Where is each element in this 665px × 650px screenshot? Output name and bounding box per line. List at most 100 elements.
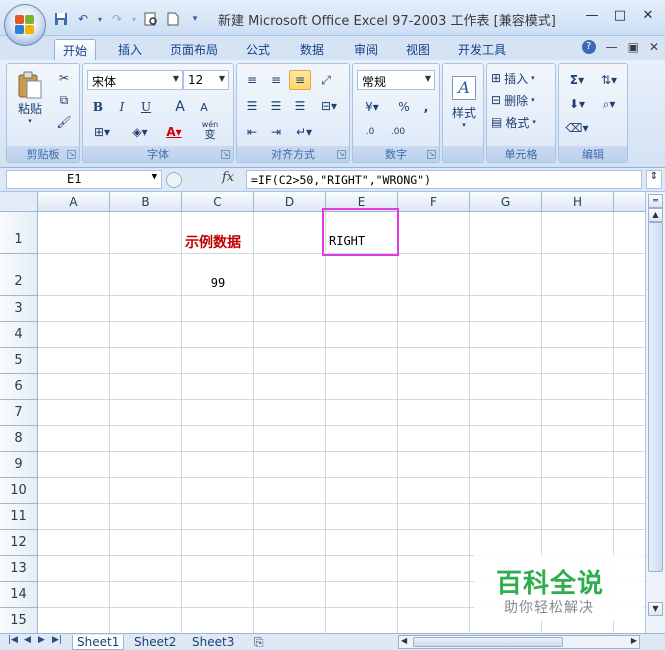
row-header-10[interactable]: 10 (0, 478, 38, 504)
select-all-button[interactable] (0, 192, 38, 212)
alignment-dialog-launcher-icon[interactable]: ↘ (337, 150, 346, 159)
decrease-decimal-button[interactable]: .00 (385, 122, 411, 142)
formula-input[interactable]: =IF(C2>50,"RIGHT","WRONG") (246, 170, 642, 189)
column-header-d[interactable]: D (254, 192, 326, 212)
name-box[interactable]: E1 ▼ (6, 170, 162, 189)
tab-insert[interactable]: 插入 (110, 39, 150, 60)
close-button[interactable]: ✕ (635, 5, 661, 25)
orientation-icon[interactable]: ⤢ (315, 70, 337, 90)
cut-icon[interactable]: ✂ (53, 68, 75, 88)
column-header-g[interactable]: G (470, 192, 542, 212)
fill-icon[interactable]: ⬇▾ (563, 94, 591, 114)
redo-dropdown-icon[interactable]: ▾ (130, 10, 138, 28)
tab-home[interactable]: 开始 (54, 39, 97, 60)
expand-formula-bar-icon[interactable]: ⇕ (646, 170, 662, 189)
increase-indent-icon[interactable]: ⇥ (265, 122, 287, 142)
tab-page-layout[interactable]: 页面布局 (162, 39, 226, 60)
save-icon[interactable] (52, 10, 70, 28)
split-box-icon[interactable]: ═ (648, 194, 663, 208)
number-format-combo[interactable]: 常规 ▼ (357, 70, 435, 90)
tab-data[interactable]: 数据 (292, 39, 332, 60)
underline-button[interactable]: U (135, 97, 157, 117)
column-header-a[interactable]: A (38, 192, 110, 212)
merge-center-icon[interactable]: ⊟▾ (315, 96, 343, 116)
scroll-right-icon[interactable]: ▶ (631, 636, 637, 645)
format-painter-icon[interactable]: 🖌 (53, 112, 75, 132)
align-left-icon[interactable]: ☰ (241, 96, 263, 116)
cell-c2[interactable]: 99 (182, 276, 254, 290)
sheet-tab-1[interactable]: Sheet1 (72, 635, 125, 650)
percent-style-button[interactable]: % (393, 97, 415, 117)
find-select-icon[interactable]: ⌕▾ (595, 94, 623, 114)
font-color-icon[interactable]: A▾ (161, 122, 187, 142)
accounting-format-icon[interactable]: ¥▾ (357, 97, 387, 117)
phonetic-guide-button[interactable]: wén 变 (195, 120, 225, 140)
tab-formulas[interactable]: 公式 (238, 39, 278, 60)
row-header-9[interactable]: 9 (0, 452, 38, 478)
vertical-scrollbar[interactable]: ═ ▲ ▼ (645, 192, 665, 633)
new-document-icon[interactable] (164, 10, 182, 28)
grow-font-button[interactable]: A (169, 97, 191, 117)
cancel-enter-icon[interactable] (166, 171, 182, 188)
cell-c1[interactable]: 示例数据 (185, 232, 253, 252)
scroll-down-icon[interactable]: ▼ (648, 602, 663, 616)
copy-icon[interactable]: ⧉ (53, 90, 75, 110)
font-name-combo[interactable]: 宋体 ▼ (87, 70, 183, 90)
column-header-h[interactable]: H (542, 192, 614, 212)
row-header-3[interactable]: 3 (0, 296, 38, 322)
comma-style-button[interactable]: , (415, 97, 437, 117)
scroll-up-icon[interactable]: ▲ (648, 208, 663, 222)
row-header-12[interactable]: 12 (0, 530, 38, 556)
horizontal-scrollbar[interactable]: ◀ ▶ (398, 635, 640, 649)
maximize-button[interactable]: □ (607, 5, 633, 25)
row-header-2[interactable]: 2 (0, 254, 38, 296)
column-header-c[interactable]: C (182, 192, 254, 212)
column-header-f[interactable]: F (398, 192, 470, 212)
insert-function-button[interactable]: fx (222, 170, 234, 185)
undo-icon[interactable]: ↶ (74, 10, 92, 28)
increase-decimal-button[interactable]: .0 (357, 122, 383, 142)
delete-cells-button[interactable]: ⊟ 删除 ▾ (491, 90, 553, 110)
tab-review[interactable]: 审阅 (346, 39, 386, 60)
row-header-15[interactable]: 15 (0, 608, 38, 633)
sort-filter-icon[interactable]: ⇅▾ (595, 70, 623, 90)
wrap-text-icon[interactable]: ↵▾ (289, 122, 319, 142)
workbook-close-icon[interactable]: ✕ (649, 40, 659, 54)
tab-developer[interactable]: 开发工具 (450, 39, 514, 60)
insert-sheet-icon[interactable]: ⎘ (250, 635, 268, 650)
row-header-1[interactable]: 1 (0, 212, 38, 254)
insert-cells-button[interactable]: ⊞ 插入 ▾ (491, 68, 553, 88)
workbook-minimize-icon[interactable]: — (606, 40, 618, 54)
tab-view[interactable]: 视图 (398, 39, 438, 60)
align-right-icon[interactable]: ☰ (289, 96, 311, 116)
fill-color-icon[interactable]: ◈▾ (125, 122, 155, 142)
prev-sheet-icon[interactable]: ◀ (24, 635, 31, 645)
styles-button[interactable]: A 样式 ▾ (446, 70, 482, 134)
scroll-left-icon[interactable]: ◀ (401, 636, 407, 645)
align-bottom-icon[interactable]: ≡ (289, 70, 311, 90)
first-sheet-icon[interactable]: |◀ (8, 635, 18, 645)
italic-button[interactable]: I (111, 97, 133, 117)
vertical-scroll-thumb[interactable] (648, 222, 663, 572)
sheet-tab-2[interactable]: Sheet2 (130, 635, 180, 650)
customize-qat-icon[interactable]: ▾ (186, 10, 204, 28)
row-header-13[interactable]: 13 (0, 556, 38, 582)
decrease-indent-icon[interactable]: ⇤ (241, 122, 263, 142)
column-header-partial[interactable] (614, 192, 645, 212)
row-header-4[interactable]: 4 (0, 322, 38, 348)
row-header-7[interactable]: 7 (0, 400, 38, 426)
workbook-restore-icon[interactable]: ▣ (628, 40, 639, 54)
align-middle-icon[interactable]: ≡ (265, 70, 287, 90)
align-center-icon[interactable]: ☰ (265, 96, 287, 116)
column-header-b[interactable]: B (110, 192, 182, 212)
font-dialog-launcher-icon[interactable]: ↘ (221, 150, 230, 159)
autosum-icon[interactable]: Σ▾ (563, 70, 591, 90)
clipboard-dialog-launcher-icon[interactable]: ↘ (67, 150, 76, 159)
row-header-14[interactable]: 14 (0, 582, 38, 608)
undo-dropdown-icon[interactable]: ▾ (96, 10, 104, 28)
number-dialog-launcher-icon[interactable]: ↘ (427, 150, 436, 159)
row-header-5[interactable]: 5 (0, 348, 38, 374)
row-header-11[interactable]: 11 (0, 504, 38, 530)
row-header-6[interactable]: 6 (0, 374, 38, 400)
clear-icon[interactable]: ⌫▾ (563, 118, 591, 138)
